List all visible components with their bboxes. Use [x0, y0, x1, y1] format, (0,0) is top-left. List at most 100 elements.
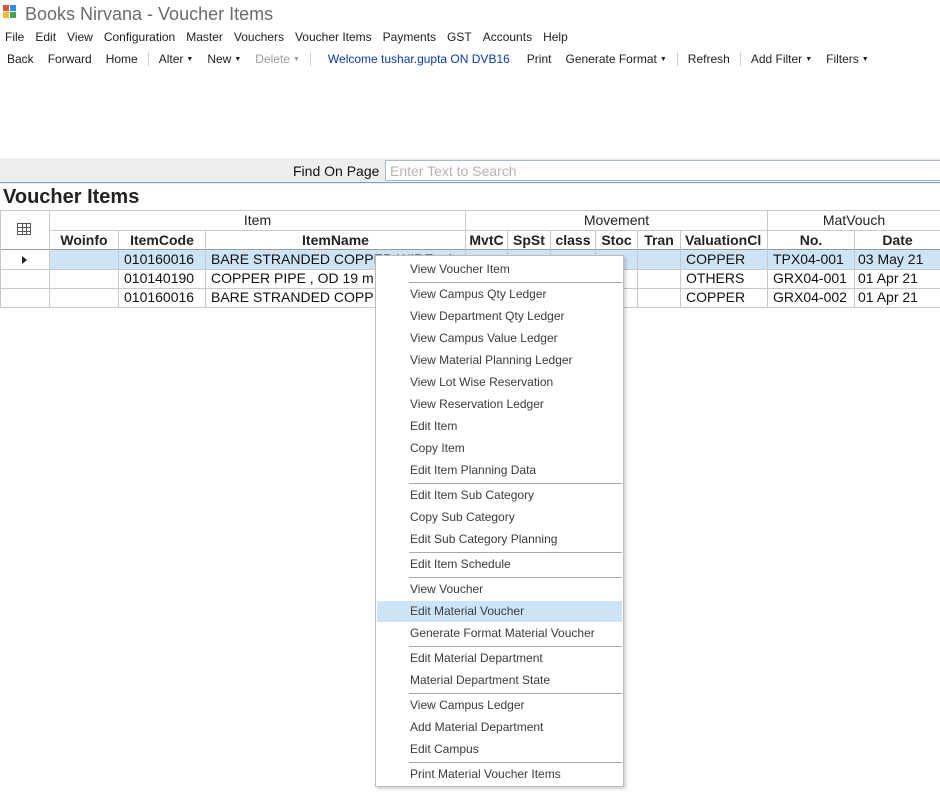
- column-header-woinfo[interactable]: Woinfo: [50, 230, 118, 250]
- back-button[interactable]: Back: [0, 51, 41, 67]
- title-bar: Books Nirvana - Voucher Items: [0, 0, 940, 28]
- filters-label: Filters: [826, 51, 859, 66]
- menu-configuration[interactable]: Configuration: [99, 29, 175, 45]
- print-button[interactable]: Print: [520, 51, 559, 67]
- menu-item-copy-item[interactable]: Copy Item: [377, 438, 622, 459]
- column-header-valuationclass[interactable]: ValuationCl: [681, 230, 767, 250]
- menu-item-edit-material-department[interactable]: Edit Material Department: [377, 648, 622, 669]
- group-header-movement: Movement: [583, 212, 650, 228]
- cell-itemcode: 010160016: [124, 289, 195, 305]
- menu-item-copy-sub-category[interactable]: Copy Sub Category: [377, 507, 622, 528]
- menu-vouchers[interactable]: Vouchers: [229, 29, 284, 45]
- menu-gst[interactable]: GST: [442, 29, 472, 45]
- menu-item-view-lot-wise-reservation[interactable]: View Lot Wise Reservation: [377, 372, 622, 393]
- menu-voucher-items[interactable]: Voucher Items: [290, 29, 372, 45]
- filters-dropdown[interactable]: Filters ▼: [819, 51, 876, 68]
- column-header-class[interactable]: class: [551, 230, 595, 250]
- menu-item-edit-item-planning-data[interactable]: Edit Item Planning Data: [377, 460, 622, 481]
- caret-down-icon: ▼: [292, 55, 300, 63]
- menu-item-material-department-state[interactable]: Material Department State: [377, 670, 622, 691]
- menu-separator: [409, 762, 622, 763]
- menu-separator: [409, 646, 622, 647]
- cell-voucher-no: GRX04-002: [773, 289, 847, 305]
- find-input[interactable]: [385, 160, 940, 181]
- menu-item-edit-material-voucher[interactable]: Edit Material Voucher: [377, 601, 622, 622]
- find-label: Find On Page: [293, 163, 380, 179]
- cell-valuationclass: COPPER: [686, 251, 746, 267]
- menu-item-view-campus-value-ledger[interactable]: View Campus Value Ledger: [377, 328, 622, 349]
- toolbar-separator: [309, 52, 311, 66]
- column-header-spst[interactable]: SpSt: [508, 230, 550, 250]
- cell-valuationclass: OTHERS: [686, 270, 745, 286]
- menu-item-view-department-qty-ledger[interactable]: View Department Qty Ledger: [377, 306, 622, 327]
- context-menu: View Voucher Item View Campus Qty Ledger…: [375, 255, 624, 787]
- new-dropdown[interactable]: New ▼: [200, 51, 248, 68]
- toolbar-separator: [147, 52, 149, 66]
- welcome-text: Welcome tushar.gupta ON DVB16: [327, 52, 510, 66]
- caret-down-icon: ▼: [861, 55, 869, 63]
- menu-item-edit-item-sub-category[interactable]: Edit Item Sub Category: [377, 485, 622, 506]
- menu-edit[interactable]: Edit: [30, 29, 56, 45]
- menu-item-edit-campus[interactable]: Edit Campus: [377, 739, 622, 760]
- menu-master[interactable]: Master: [181, 29, 223, 45]
- grid-line: [0, 210, 1, 308]
- alter-dropdown[interactable]: Alter ▼: [152, 51, 201, 68]
- menu-item-edit-sub-category-planning[interactable]: Edit Sub Category Planning: [377, 529, 622, 550]
- column-header-itemname[interactable]: ItemName: [206, 230, 465, 250]
- generate-format-label: Generate Format: [565, 51, 657, 66]
- alter-label: Alter: [158, 51, 184, 66]
- column-header-no[interactable]: No.: [768, 230, 854, 250]
- generate-format-dropdown[interactable]: Generate Format ▼: [558, 51, 673, 68]
- menu-file[interactable]: File: [0, 29, 24, 45]
- home-button[interactable]: Home: [99, 51, 145, 67]
- window-title: Books Nirvana - Voucher Items: [25, 4, 274, 24]
- column-header-date[interactable]: Date: [855, 230, 940, 250]
- caret-down-icon: ▼: [805, 55, 813, 63]
- menu-help[interactable]: Help: [538, 29, 568, 45]
- cell-itemcode: 010140190: [124, 270, 195, 286]
- menu-item-add-material-department[interactable]: Add Material Department: [377, 717, 622, 738]
- menu-item-print-material-voucher-items[interactable]: Print Material Voucher Items: [377, 764, 622, 785]
- menu-item-generate-format-material-voucher[interactable]: Generate Format Material Voucher: [377, 623, 622, 644]
- column-header-itemcode[interactable]: ItemCode: [119, 230, 205, 250]
- menu-item-view-reservation-ledger[interactable]: View Reservation Ledger: [377, 394, 622, 415]
- column-header-stoc[interactable]: Stoc: [596, 230, 637, 250]
- toolbar-separator: [676, 52, 678, 66]
- delete-label: Delete: [255, 51, 290, 66]
- menu-separator: [409, 577, 622, 578]
- group-header-matvouch: MatVouch: [822, 212, 886, 228]
- menu-view[interactable]: View: [62, 29, 93, 45]
- app-icon: [3, 5, 17, 19]
- menu-item-view-material-planning-ledger[interactable]: View Material Planning Ledger: [377, 350, 622, 371]
- column-header-mvtc[interactable]: MvtC: [466, 230, 507, 250]
- forward-button[interactable]: Forward: [41, 51, 99, 67]
- toolbar-separator: [739, 52, 741, 66]
- new-label: New: [207, 51, 232, 66]
- group-header-item: Item: [243, 212, 272, 228]
- menu-bar: File Edit View Configuration Master Vouc…: [0, 29, 574, 45]
- menu-item-edit-item-schedule[interactable]: Edit Item Schedule: [377, 554, 622, 575]
- delete-dropdown[interactable]: Delete ▼: [248, 51, 307, 68]
- column-header-tran[interactable]: Tran: [638, 230, 680, 250]
- column-chooser-icon[interactable]: [17, 223, 31, 235]
- menu-separator: [409, 483, 622, 484]
- caret-down-icon: ▼: [186, 55, 194, 63]
- cell-voucher-no: TPX04-001: [773, 251, 844, 267]
- menu-item-view-voucher[interactable]: View Voucher: [377, 579, 622, 600]
- menu-item-view-campus-qty-ledger[interactable]: View Campus Qty Ledger: [377, 284, 622, 305]
- menu-payments[interactable]: Payments: [378, 29, 436, 45]
- menu-item-view-campus-ledger[interactable]: View Campus Ledger: [377, 695, 622, 716]
- caret-down-icon: ▼: [234, 55, 242, 63]
- menu-item-edit-item[interactable]: Edit Item: [377, 416, 622, 437]
- menu-separator: [409, 552, 622, 553]
- toolbar: Back Forward Home Alter ▼ New ▼ Delete ▼ We…: [0, 51, 876, 67]
- cell-itemcode: 010160016: [124, 251, 195, 267]
- add-filter-label: Add Filter: [750, 51, 803, 66]
- refresh-button[interactable]: Refresh: [681, 51, 737, 67]
- add-filter-dropdown[interactable]: Add Filter ▼: [744, 51, 819, 68]
- cell-date: 03 May 21: [858, 251, 924, 267]
- caret-down-icon: ▼: [659, 55, 667, 63]
- menu-item-view-voucher-item[interactable]: View Voucher Item: [377, 259, 622, 280]
- menu-separator: [409, 282, 622, 283]
- menu-accounts[interactable]: Accounts: [478, 29, 532, 45]
